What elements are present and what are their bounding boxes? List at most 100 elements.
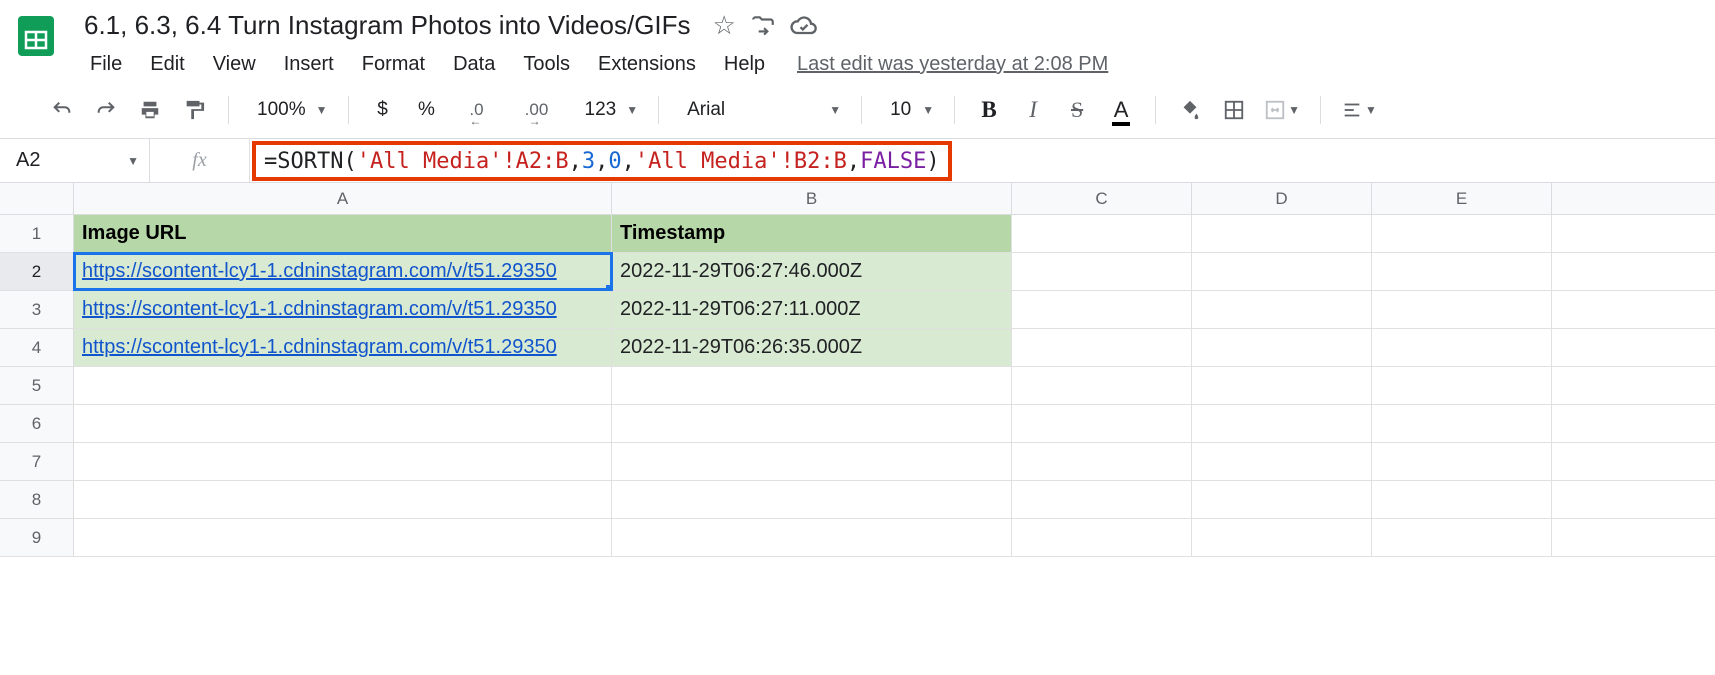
row-header-7[interactable]: 7	[0, 443, 74, 480]
cell-e4[interactable]	[1372, 329, 1552, 366]
cell-c5[interactable]	[1012, 367, 1192, 404]
cell-a7[interactable]	[74, 443, 612, 480]
cell-d3[interactable]	[1192, 291, 1372, 328]
cell-d7[interactable]	[1192, 443, 1372, 480]
cell-b8[interactable]	[612, 481, 1012, 518]
cell-b5[interactable]	[612, 367, 1012, 404]
col-header-d[interactable]: D	[1192, 183, 1372, 214]
cell-a8[interactable]	[74, 481, 612, 518]
select-all-corner[interactable]	[0, 183, 74, 214]
cell-e2[interactable]	[1372, 253, 1552, 290]
cell-d5[interactable]	[1192, 367, 1372, 404]
cell-a9[interactable]	[74, 519, 612, 556]
cell-b4[interactable]: 2022-11-29T06:26:35.000Z	[612, 329, 1012, 366]
cell-e6[interactable]	[1372, 405, 1552, 442]
strikethrough-button[interactable]: S	[1059, 92, 1095, 128]
link[interactable]: https://scontent-lcy1-1.cdninstagram.com…	[82, 298, 557, 321]
col-header-e[interactable]: E	[1372, 183, 1552, 214]
cell-a1[interactable]: Image URL	[74, 215, 612, 252]
sheets-logo[interactable]	[8, 8, 64, 64]
menu-tools[interactable]: Tools	[511, 49, 582, 80]
name-box[interactable]: A2 ▼	[0, 139, 150, 182]
cell-c8[interactable]	[1012, 481, 1192, 518]
cell-c2[interactable]	[1012, 253, 1192, 290]
row-header-3[interactable]: 3	[0, 291, 74, 328]
redo-button[interactable]	[88, 92, 124, 128]
cell-c6[interactable]	[1012, 405, 1192, 442]
cell-e8[interactable]	[1372, 481, 1552, 518]
menu-insert[interactable]: Insert	[272, 49, 346, 80]
paint-format-button[interactable]	[176, 92, 212, 128]
last-edit-link[interactable]: Last edit was yesterday at 2:08 PM	[797, 53, 1108, 76]
col-header-b[interactable]: B	[612, 183, 1012, 214]
bold-button[interactable]: B	[971, 92, 1007, 128]
italic-button[interactable]: I	[1015, 92, 1051, 128]
cell-e9[interactable]	[1372, 519, 1552, 556]
cell-d9[interactable]	[1192, 519, 1372, 556]
row-header-8[interactable]: 8	[0, 481, 74, 518]
menu-format[interactable]: Format	[350, 49, 437, 80]
cell-d6[interactable]	[1192, 405, 1372, 442]
row-header-1[interactable]: 1	[0, 215, 74, 252]
cell-a2[interactable]: https://scontent-lcy1-1.cdninstagram.com…	[74, 253, 612, 290]
cell-a5[interactable]	[74, 367, 612, 404]
menu-file[interactable]: File	[78, 49, 134, 80]
fill-color-button[interactable]	[1172, 92, 1208, 128]
cell-c4[interactable]	[1012, 329, 1192, 366]
col-header-c[interactable]: C	[1012, 183, 1192, 214]
cell-b1[interactable]: Timestamp	[612, 215, 1012, 252]
print-button[interactable]	[132, 92, 168, 128]
text-color-button[interactable]: A	[1103, 92, 1139, 128]
cell-c9[interactable]	[1012, 519, 1192, 556]
cell-a3[interactable]: https://scontent-lcy1-1.cdninstagram.com…	[74, 291, 612, 328]
font-size-dropdown[interactable]: 10▼	[878, 99, 938, 121]
link[interactable]: https://scontent-lcy1-1.cdninstagram.com…	[82, 336, 557, 359]
star-icon[interactable]: ☆	[713, 10, 736, 41]
menu-data[interactable]: Data	[441, 49, 507, 80]
cloud-status-icon[interactable]	[790, 12, 818, 40]
cell-b7[interactable]	[612, 443, 1012, 480]
cell-a4[interactable]: https://scontent-lcy1-1.cdninstagram.com…	[74, 329, 612, 366]
row-header-5[interactable]: 5	[0, 367, 74, 404]
cell-a6[interactable]	[74, 405, 612, 442]
cell-b9[interactable]	[612, 519, 1012, 556]
menu-help[interactable]: Help	[712, 49, 777, 80]
formula-input[interactable]: =SORTN('All Media'!A2:B,3,0,'All Media'!…	[252, 141, 952, 181]
document-title[interactable]: 6.1, 6.3, 6.4 Turn Instagram Photos into…	[78, 8, 697, 43]
move-icon[interactable]	[750, 13, 776, 39]
cell-d2[interactable]	[1192, 253, 1372, 290]
font-family-dropdown[interactable]: Arial▼	[675, 99, 845, 121]
formula-bar-rest[interactable]	[954, 139, 1715, 182]
cell-c7[interactable]	[1012, 443, 1192, 480]
decrease-decimal-button[interactable]: .0←	[453, 92, 501, 128]
menu-view[interactable]: View	[201, 49, 268, 80]
more-formats-dropdown[interactable]: 123▼	[573, 99, 643, 121]
menu-edit[interactable]: Edit	[138, 49, 196, 80]
row-header-9[interactable]: 9	[0, 519, 74, 556]
zoom-dropdown[interactable]: 100%▼	[245, 99, 332, 121]
cell-c3[interactable]	[1012, 291, 1192, 328]
cell-d4[interactable]	[1192, 329, 1372, 366]
row-header-4[interactable]: 4	[0, 329, 74, 366]
cell-d8[interactable]	[1192, 481, 1372, 518]
row-header-6[interactable]: 6	[0, 405, 74, 442]
cell-c1[interactable]	[1012, 215, 1192, 252]
cell-d1[interactable]	[1192, 215, 1372, 252]
increase-decimal-button[interactable]: .00→	[509, 92, 565, 128]
horizontal-align-dropdown[interactable]: ▼	[1337, 99, 1381, 121]
link[interactable]: https://scontent-lcy1-1.cdninstagram.com…	[82, 260, 557, 283]
row-header-2[interactable]: 2	[0, 253, 74, 290]
cell-e1[interactable]	[1372, 215, 1552, 252]
format-percent-button[interactable]: %	[409, 92, 445, 128]
cell-e5[interactable]	[1372, 367, 1552, 404]
cell-b3[interactable]: 2022-11-29T06:27:11.000Z	[612, 291, 1012, 328]
borders-button[interactable]	[1216, 92, 1252, 128]
cell-b2[interactable]: 2022-11-29T06:27:46.000Z	[612, 253, 1012, 290]
col-header-a[interactable]: A	[74, 183, 612, 214]
format-currency-button[interactable]: $	[365, 92, 401, 128]
cell-b6[interactable]	[612, 405, 1012, 442]
undo-button[interactable]	[44, 92, 80, 128]
cell-e3[interactable]	[1372, 291, 1552, 328]
cell-e7[interactable]	[1372, 443, 1552, 480]
menu-extensions[interactable]: Extensions	[586, 49, 708, 80]
